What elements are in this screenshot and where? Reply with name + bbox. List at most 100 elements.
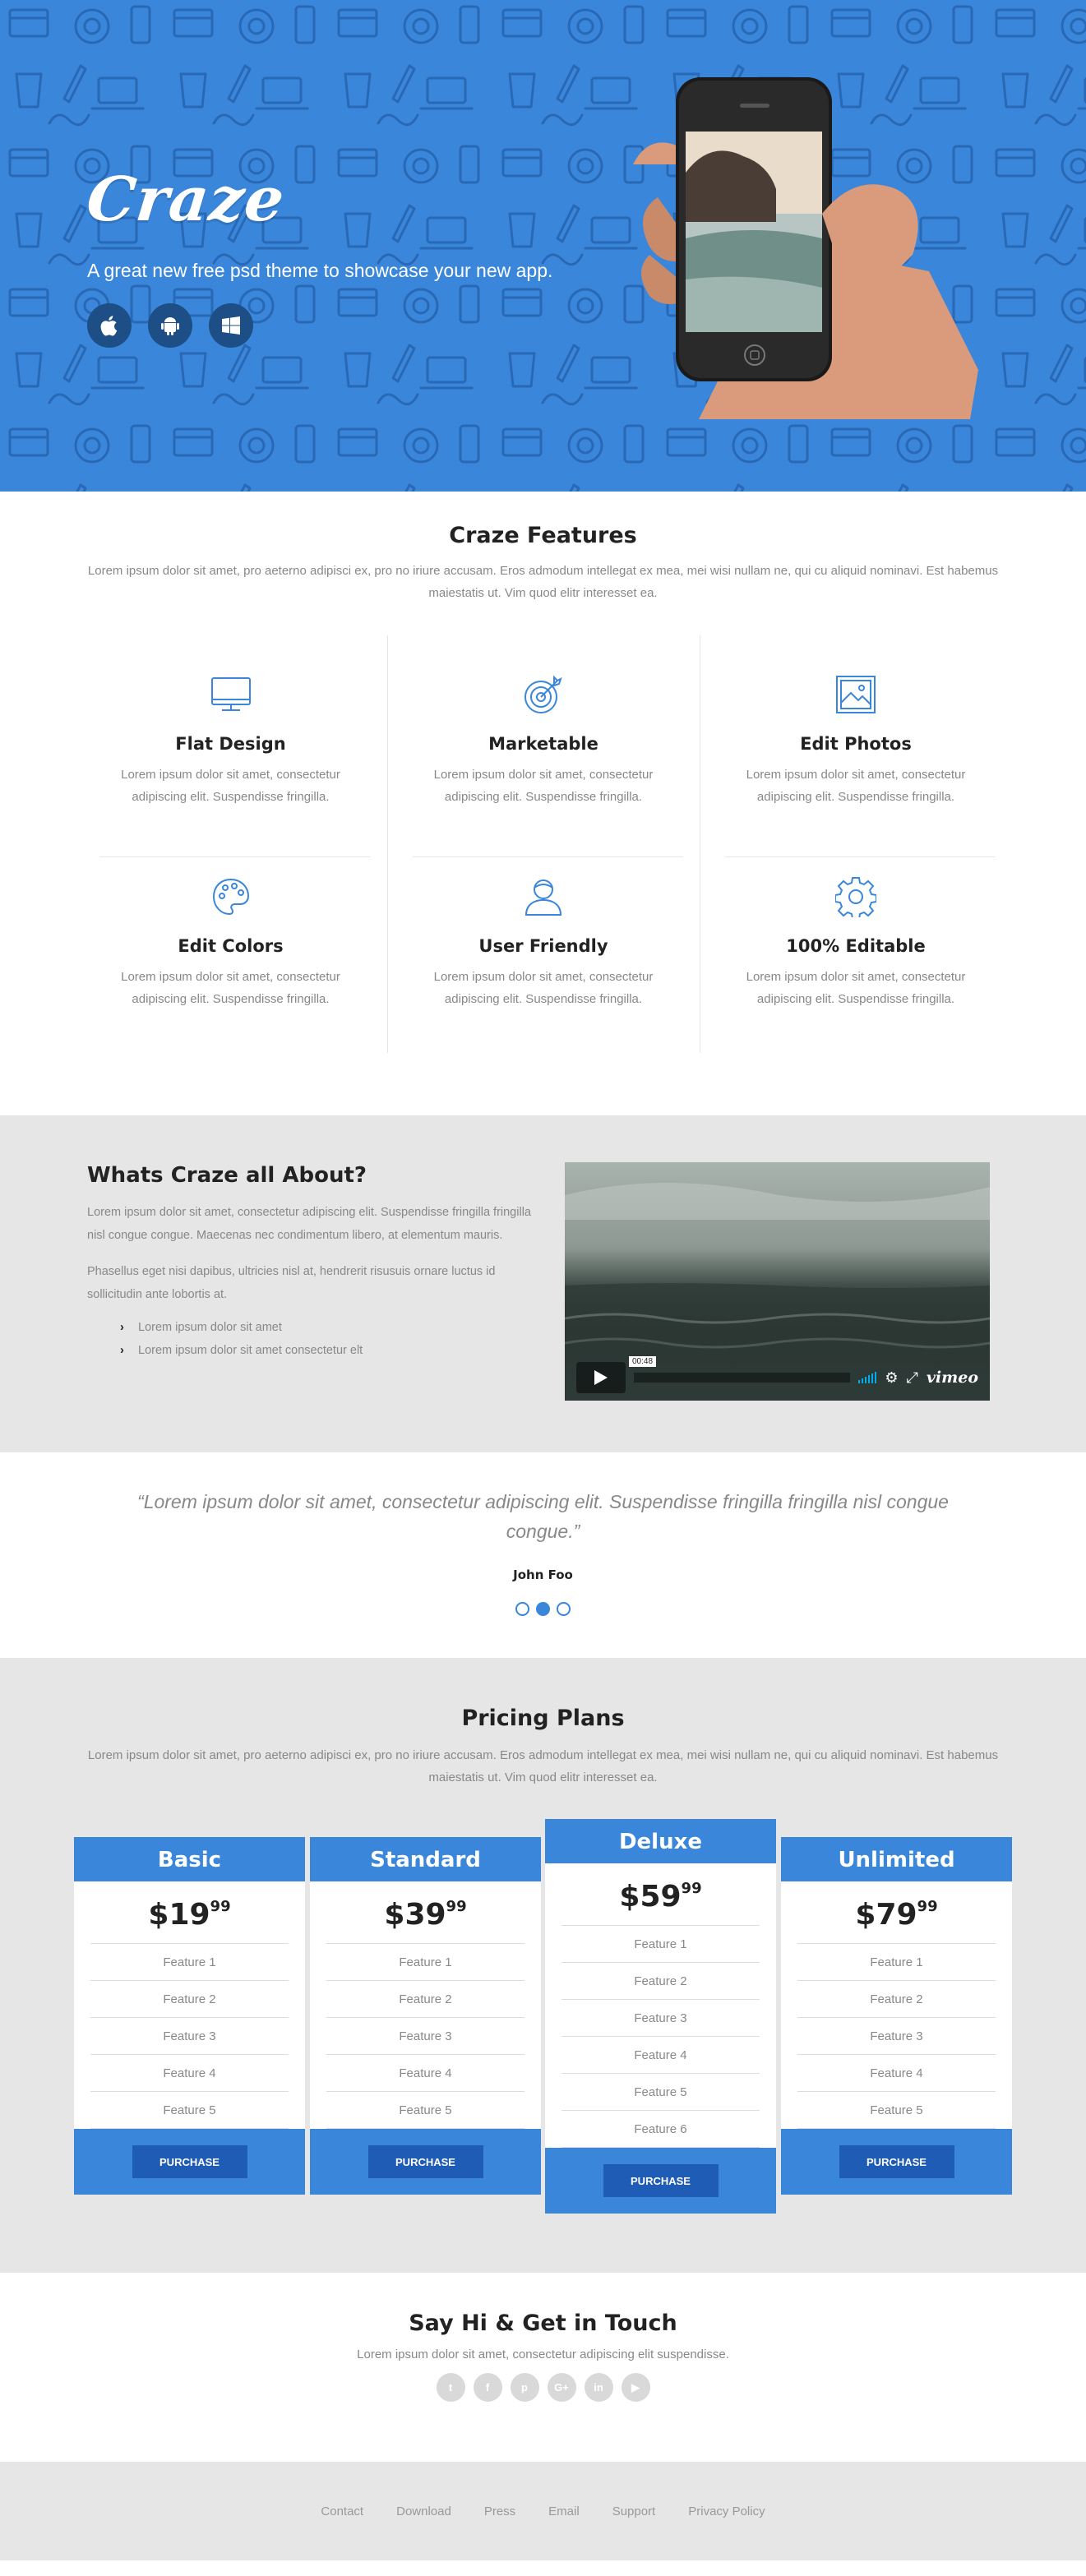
monitor-icon	[210, 677, 251, 711]
plan-feature: Feature 5	[90, 2092, 289, 2129]
plan-price: $5999	[561, 1863, 760, 1926]
about-paragraph: Lorem ipsum dolor sit amet, consectetur …	[87, 1206, 531, 1242]
feature-text: Lorem ipsum dolor sit amet, consectetur …	[121, 970, 340, 1006]
plan-feature: Feature 2	[561, 1963, 760, 2000]
feature-card: Marketable Lorem ipsum dolor sit amet, c…	[386, 635, 700, 857]
feature-title: Edit Colors	[178, 936, 284, 956]
feature-text: Lorem ipsum dolor sit amet, consectetur …	[121, 768, 340, 804]
pricing-card-basic: Basic $1999 Feature 1 Feature 2 Feature …	[74, 1837, 305, 2195]
footer-link-press[interactable]: Press	[484, 2504, 515, 2518]
feature-title: Edit Photos	[800, 734, 912, 754]
plan-feature: Feature 4	[90, 2055, 289, 2092]
feature-title: User Friendly	[478, 936, 608, 956]
hero-content: Craze A great new free psd theme to show…	[83, 164, 613, 348]
plan-feature: Feature 5	[326, 2092, 525, 2129]
video-player[interactable]: 00:48 ⚙ ⤢ vimeo	[565, 1162, 990, 1401]
footer-link-privacy[interactable]: Privacy Policy	[688, 2504, 765, 2518]
purchase-button[interactable]: PURCHASE	[839, 2145, 954, 2178]
plan-feature: Feature 2	[797, 1981, 996, 2018]
footer-link-email[interactable]: Email	[548, 2504, 580, 2518]
plan-feature: Feature 1	[797, 1944, 996, 1981]
list-item-text: Lorem ipsum dolor sit amet	[138, 1321, 282, 1334]
fullscreen-icon[interactable]: ⤢	[906, 1369, 917, 1387]
plan-feature: Feature 5	[561, 2074, 760, 2111]
about-title: Whats Craze all About?	[87, 1163, 367, 1188]
plan-feature: Feature 1	[90, 1944, 289, 1981]
feature-title: Flat Design	[175, 734, 286, 754]
plan-feature: Feature 3	[90, 2018, 289, 2055]
twitter-icon[interactable]: t	[436, 2373, 465, 2402]
plan-feature: Feature 3	[797, 2018, 996, 2055]
google-plus-icon[interactable]: G+	[547, 2373, 576, 2402]
purchase-button[interactable]: PURCHASE	[132, 2145, 247, 2178]
plan-price: $7999	[797, 1881, 996, 1944]
target-icon	[525, 675, 562, 713]
plan-name: Deluxe	[545, 1819, 776, 1863]
play-button[interactable]	[576, 1362, 626, 1393]
volume-icon[interactable]	[858, 1372, 877, 1383]
features-section: Craze Features Lorem ipsum dolor sit ame…	[0, 492, 1086, 1115]
slider-dot[interactable]	[557, 1602, 571, 1616]
footer-link-contact[interactable]: Contact	[321, 2504, 363, 2518]
about-list: › Lorem ipsum dolor sit amet › Lorem ipsum…	[87, 1316, 531, 1362]
plan-feature: Feature 3	[561, 2000, 760, 2037]
plan-name: Standard	[310, 1837, 541, 1881]
plan-feature: Feature 1	[561, 1926, 760, 1963]
feature-card: Edit Colors Lorem ipsum dolor sit amet, …	[75, 851, 387, 1053]
feature-title: 100% Editable	[786, 936, 926, 956]
android-button[interactable]	[148, 303, 192, 348]
social-links: t f p G+ in ▶	[0, 2373, 1086, 2402]
plan-footer: PURCHASE	[545, 2148, 776, 2214]
list-item: › Lorem ipsum dolor sit amet consectetur …	[87, 1339, 531, 1362]
image-icon	[836, 676, 876, 713]
footer-link-support[interactable]: Support	[612, 2504, 656, 2518]
gear-icon	[835, 877, 876, 917]
slider-dot[interactable]	[515, 1602, 529, 1616]
windows-icon	[222, 316, 240, 335]
plan-name: Unlimited	[781, 1837, 1012, 1881]
plan-feature: Feature 2	[326, 1981, 525, 2018]
pricing-card-deluxe: Deluxe $5999 Feature 1 Feature 2 Feature…	[545, 1819, 776, 2214]
windows-button[interactable]	[209, 303, 253, 348]
palette-icon	[212, 878, 249, 916]
about-paragraph: Phasellus eget nisi dapibus, ultricies n…	[87, 1265, 496, 1301]
pricing-card-standard: Standard $3999 Feature 1 Feature 2 Featu…	[310, 1837, 541, 2195]
slider-dots	[0, 1602, 1086, 1616]
youtube-icon[interactable]: ▶	[621, 2373, 650, 2402]
apple-icon	[100, 316, 118, 336]
list-item-text: Lorem ipsum dolor sit amet consectetur e…	[138, 1344, 363, 1357]
platform-buttons	[87, 303, 613, 348]
purchase-button[interactable]: PURCHASE	[367, 2145, 483, 2178]
vimeo-logo[interactable]: vimeo	[927, 1369, 978, 1387]
features-subtitle: Lorem ipsum dolor sit amet, pro aeterno …	[87, 564, 999, 600]
user-icon	[525, 879, 562, 916]
android-icon	[161, 317, 179, 335]
footer-link-download[interactable]: Download	[396, 2504, 451, 2518]
contact-title: Say Hi & Get in Touch	[409, 2311, 677, 2336]
pricing-subtitle: Lorem ipsum dolor sit amet, pro aeterno …	[87, 1748, 999, 1784]
video-time: 00:48	[629, 1356, 657, 1367]
apple-button[interactable]	[87, 303, 132, 348]
feature-title: Marketable	[488, 734, 598, 754]
facebook-icon[interactable]: f	[473, 2373, 502, 2402]
plan-name: Basic	[74, 1837, 305, 1881]
purchase-button[interactable]: PURCHASE	[603, 2164, 719, 2197]
plan-feature: Feature 4	[797, 2055, 996, 2092]
settings-icon[interactable]: ⚙	[885, 1369, 898, 1387]
hero-tagline: A great new free psd theme to showcase y…	[87, 260, 553, 281]
linkedin-icon[interactable]: in	[584, 2373, 613, 2402]
logo[interactable]: Craze	[83, 164, 288, 235]
feature-text: Lorem ipsum dolor sit amet, consectetur …	[433, 768, 654, 804]
feature-card: Flat Design Lorem ipsum dolor sit amet, …	[75, 635, 387, 857]
pinterest-icon[interactable]: p	[510, 2373, 539, 2402]
video-controls: 00:48 ⚙ ⤢ vimeo	[565, 1355, 990, 1401]
features-title: Craze Features	[449, 523, 637, 548]
plan-price: $1999	[90, 1881, 289, 1944]
features-grid: Flat Design Lorem ipsum dolor sit amet, …	[75, 635, 1012, 1053]
slider-dot-active[interactable]	[536, 1602, 550, 1616]
plan-feature: Feature 2	[90, 1981, 289, 2018]
feature-card: 100% Editable Lorem ipsum dolor sit amet…	[699, 851, 1012, 1053]
chevron-right-icon: ›	[120, 1321, 124, 1334]
video-progress-bar[interactable]: 00:48	[629, 1356, 851, 1383]
play-icon	[594, 1370, 608, 1385]
